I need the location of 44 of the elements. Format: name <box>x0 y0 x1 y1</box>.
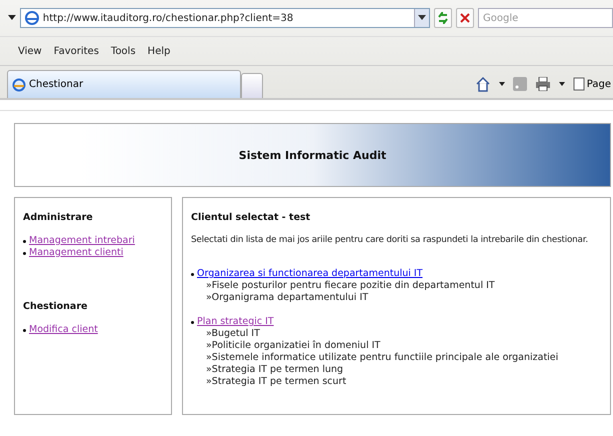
stop-button[interactable] <box>456 8 474 28</box>
subarea-item: »Fisele posturilor pentru fiecare pozitie din departamentul IT <box>205 280 496 292</box>
bullet-icon <box>23 252 26 254</box>
bullet-icon <box>23 240 26 242</box>
menu-item[interactable]: Tools <box>110 46 136 56</box>
subarea-item: »Strategia IT pe termen scurt <box>205 376 348 388</box>
sidebar-link[interactable]: Modifica client <box>29 324 98 336</box>
printer-icon[interactable] <box>534 77 551 91</box>
subarea-item: »Sistemele informatice utilizate pentru functiile principale ale organizatiei <box>205 352 560 364</box>
address-field[interactable]: http://www.itauditorg.ro/chestionar.php?client=38 <box>20 8 430 28</box>
bullet-icon <box>23 328 26 332</box>
page-icon <box>24 11 39 25</box>
search-field[interactable]: Google <box>478 8 613 28</box>
page-icon <box>572 77 585 91</box>
menu-item[interactable]: View <box>18 46 42 56</box>
subarea-item: »Strategia IT pe termen lung <box>205 364 344 376</box>
refresh-icon <box>437 12 450 24</box>
caret-icon[interactable] <box>498 82 505 86</box>
intro-text: Selectati din lista de mai jos ariile pentru care doriti sa raspundeti la intrebarile din chestionar. <box>191 235 589 245</box>
page-menu-button[interactable]: Page <box>572 77 611 91</box>
sidebar-link[interactable]: Management clienti <box>29 247 124 259</box>
section-heading: Chestionare <box>23 301 88 312</box>
caret-icon <box>418 15 426 21</box>
section-heading: Administrare <box>23 212 94 223</box>
site-title: Sistem Informatic Audit <box>238 148 386 162</box>
subarea-item: »Bugetul IT <box>205 328 261 340</box>
close-icon <box>460 13 470 23</box>
browser-tab[interactable]: Chestionar <box>7 70 241 98</box>
subarea-item: »Organigrama departamentului IT <box>205 292 370 304</box>
globe-icon <box>12 78 26 92</box>
home-icon[interactable] <box>474 76 491 92</box>
bullet-icon <box>191 320 194 324</box>
menu-item[interactable]: Help <box>148 46 170 56</box>
caret-icon[interactable] <box>8 15 16 21</box>
area-link[interactable]: Organizarea si functionarea departamentului IT <box>197 268 423 280</box>
content-heading: Clientul selectat - test <box>191 212 312 223</box>
bullet-icon <box>191 272 194 276</box>
dropdown-button[interactable] <box>414 9 430 27</box>
refresh-button[interactable] <box>434 8 452 28</box>
caret-icon[interactable] <box>558 82 565 86</box>
area-link[interactable]: Plan strategic IT <box>197 316 274 328</box>
sidebar-link[interactable]: Management intrebari <box>29 235 135 247</box>
subarea-item: »Politicile organizatiei în domeniul IT <box>205 340 382 352</box>
menu-item[interactable]: Favorites <box>54 46 99 56</box>
